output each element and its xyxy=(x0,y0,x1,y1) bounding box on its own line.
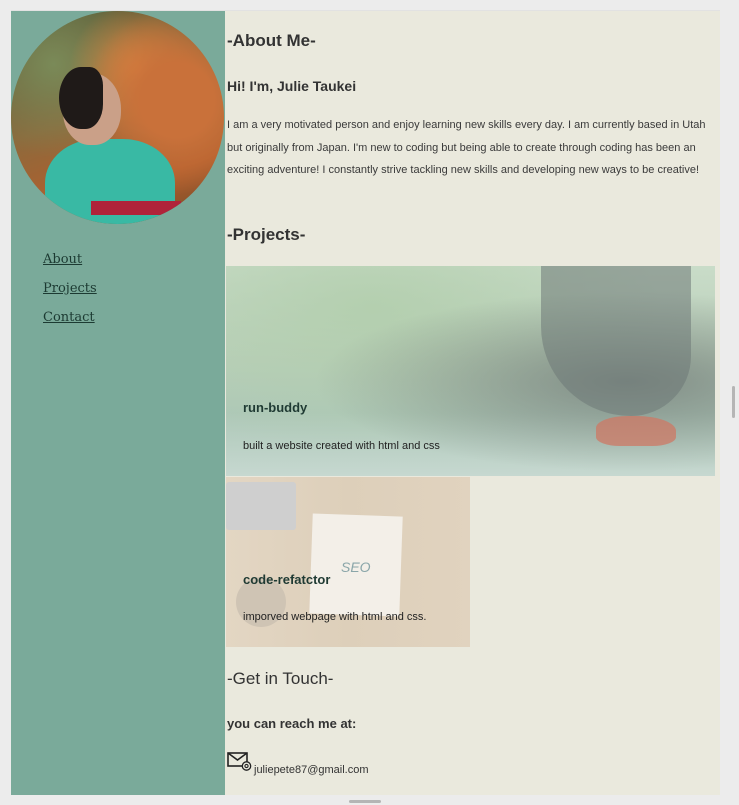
project-card-code-refactor[interactable]: SEO code-refatctor imporved webpage with… xyxy=(226,477,470,647)
seo-image-text: SEO xyxy=(341,559,371,575)
page-frame: About Projects Contact -About Me- Hi! I'… xyxy=(11,10,720,795)
contact-heading: -Get in Touch- xyxy=(227,669,334,688)
projects-heading: -Projects- xyxy=(227,225,306,244)
resize-handle-vertical[interactable] xyxy=(732,386,735,418)
bio-text: I am a very motivated person and enjoy l… xyxy=(227,119,706,176)
resize-handle-horizontal[interactable] xyxy=(349,800,381,803)
greeting-heading: Hi! I'm, Julie Taukei xyxy=(227,78,357,94)
project-card-run-buddy[interactable]: run-buddy built a website created with h… xyxy=(226,266,715,476)
profile-photo xyxy=(11,11,224,224)
sidebar: About Projects Contact xyxy=(11,11,225,795)
project-title: run-buddy xyxy=(243,400,308,415)
nav-link-projects[interactable]: Projects xyxy=(43,280,97,298)
project-description: built a website created with html and cs… xyxy=(243,440,440,452)
nav-link-about[interactable]: About xyxy=(43,251,97,269)
reach-text: you can reach me at: xyxy=(227,716,357,731)
email-link[interactable]: juliepete87@gmail.com xyxy=(254,764,369,776)
nav-link-contact[interactable]: Contact xyxy=(43,309,97,327)
about-heading: -About Me- xyxy=(227,31,316,50)
sidebar-nav: About Projects Contact xyxy=(43,251,97,338)
project-description: imporved webpage with html and css. xyxy=(243,611,427,623)
email-icon xyxy=(227,752,252,771)
project-title: code-refatctor xyxy=(243,572,331,587)
